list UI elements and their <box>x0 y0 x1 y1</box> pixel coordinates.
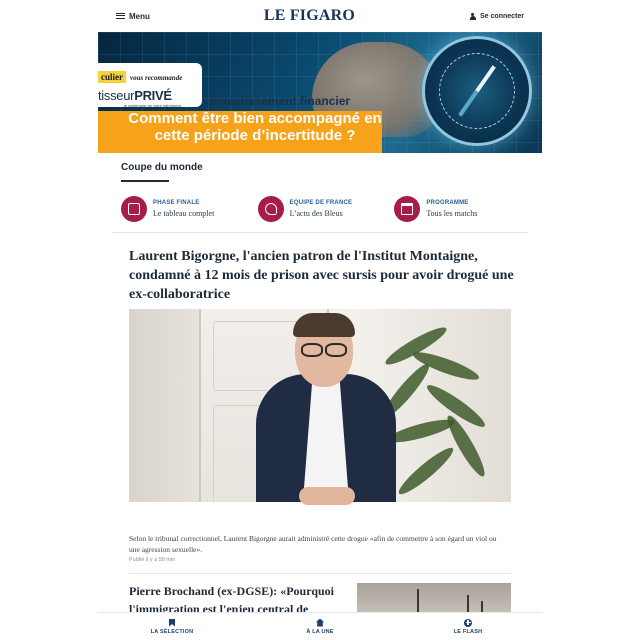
second-article-thumbnail[interactable] <box>357 583 511 615</box>
main-article-photo[interactable] <box>129 309 511 524</box>
menu-button[interactable]: Menu <box>116 12 150 21</box>
login-button[interactable]: Se connecter <box>469 12 524 20</box>
shortcut-programme[interactable]: PROGRAMME Tous les matchs <box>394 194 531 224</box>
coupe-du-monde-shortcuts: PHASE FINALE Le tableau complet EQUIPE D… <box>121 194 531 224</box>
ad-subheadline: Comment être bien accompagné en cette pé… <box>128 110 382 144</box>
photo-table <box>129 502 511 524</box>
photo-glasses <box>301 343 347 357</box>
ad-recommande: vous recommande <box>130 74 183 82</box>
user-icon <box>469 12 476 20</box>
shortcut-sub: L’actu des Bleus <box>289 209 343 218</box>
nav-la-selection[interactable]: LA SÉLECTION <box>112 618 232 635</box>
divider <box>112 232 528 233</box>
shortcut-equipe-de-france[interactable]: EQUIPE DE FRANCE L’actu des Bleus <box>257 194 395 224</box>
site-logo[interactable]: LE FIGARO <box>264 7 355 25</box>
ad-partner-card: culier vous recommande tisseurPRIVÉ le pa… <box>98 63 202 108</box>
login-label: Se connecter <box>480 12 524 20</box>
ad-partner-tagline: le partenaire de votre patrimoine <box>124 103 182 108</box>
bracket-icon <box>121 196 147 222</box>
menu-label: Menu <box>129 11 150 21</box>
ad-banner[interactable]: culier vous recommande tisseurPRIVÉ le pa… <box>98 32 542 153</box>
ad-partner-logo: tisseurPRIVÉ <box>98 88 198 103</box>
nav-a-la-une[interactable]: À LA UNE <box>260 618 380 635</box>
nav-label: LA SÉLECTION <box>150 628 194 635</box>
shortcut-phase-finale[interactable]: PHASE FINALE Le tableau complet <box>121 194 258 224</box>
bottom-nav: LA SÉLECTION À LA UNE LE FLASH <box>98 612 542 640</box>
shortcut-label: PROGRAMME <box>426 200 469 206</box>
photo-hands <box>299 487 355 505</box>
hamburger-icon <box>116 13 125 19</box>
photo-person-hair <box>293 313 355 337</box>
ad-partner-name-light: tisseur <box>98 88 135 103</box>
ad-brand: culier <box>98 71 126 83</box>
shortcut-sub: Tous les matchs <box>426 209 478 218</box>
shortcut-label: EQUIPE DE FRANCE <box>289 200 353 206</box>
shortcut-label: PHASE FINALE <box>153 200 200 206</box>
calendar-icon <box>394 196 421 222</box>
top-header: Menu LE FIGARO Se connecter <box>98 0 542 32</box>
main-article-headline[interactable]: Laurent Bigorgne, l'ancien patron de l'I… <box>129 247 514 304</box>
home-icon <box>316 618 324 627</box>
divider <box>129 573 511 574</box>
section-title-coupe-du-monde[interactable]: Coupe du monde <box>121 162 203 173</box>
ad-headline: Investissement financier <box>210 94 351 108</box>
plus-circle-icon <box>464 618 472 627</box>
nav-le-flash[interactable]: LE FLASH <box>408 618 528 635</box>
photo-caption: Selon le tribunal correctionnel, Laurent… <box>129 534 497 554</box>
bookmark-icon <box>169 618 175 627</box>
publish-time: Publié il y a 58 min <box>129 557 176 563</box>
section-underline <box>121 180 169 182</box>
compass-icon <box>422 36 532 146</box>
ad-partner-name-bold: PRIVÉ <box>134 88 172 103</box>
shortcut-sub: Le tableau complet <box>153 209 215 218</box>
rooster-icon <box>257 196 284 222</box>
nav-label: À LA UNE <box>306 628 334 635</box>
nav-label: LE FLASH <box>453 628 483 635</box>
